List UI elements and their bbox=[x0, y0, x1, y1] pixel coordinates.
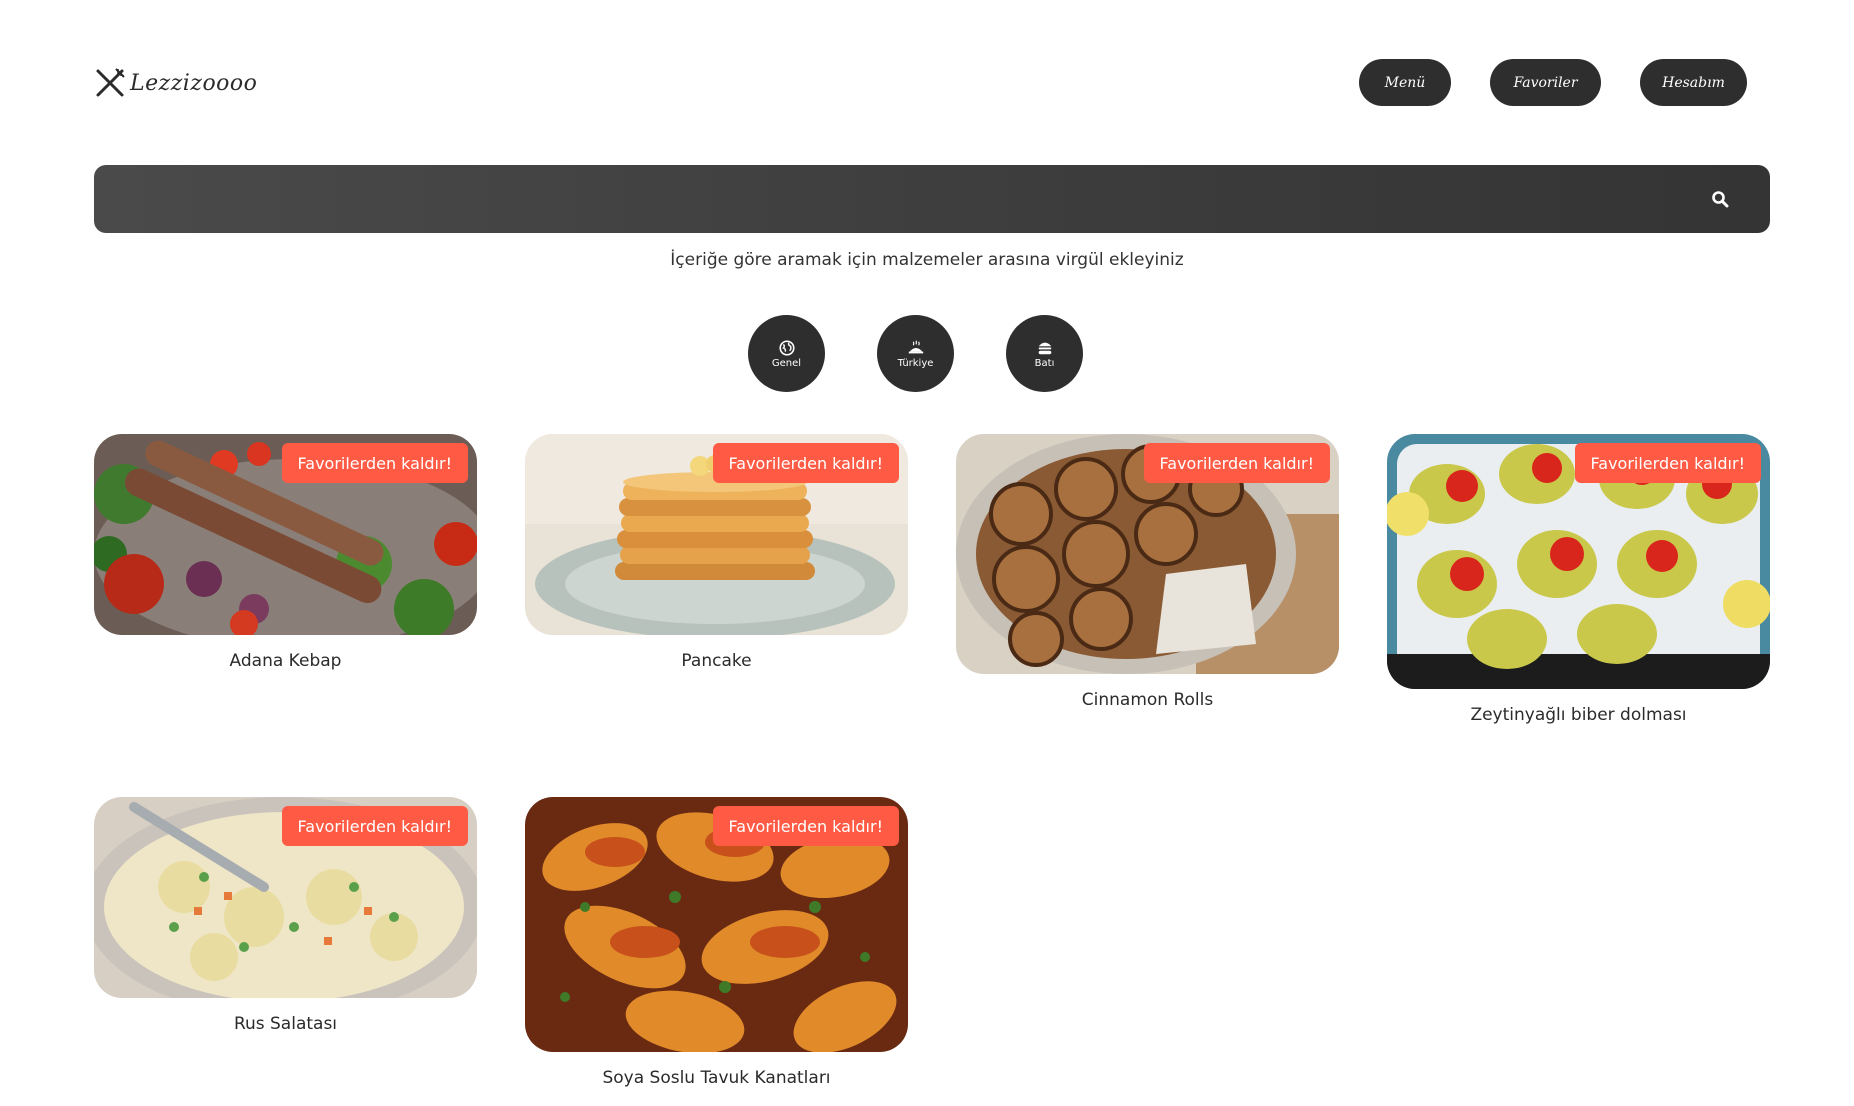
logo[interactable]: Lezzizoooo bbox=[94, 66, 257, 100]
category-label: Batı bbox=[1034, 357, 1055, 369]
burger-icon bbox=[1038, 342, 1051, 354]
recipe-image[interactable]: Favorilerden kaldır! bbox=[1387, 434, 1770, 689]
nav-favorites-button[interactable]: Favoriler bbox=[1490, 59, 1601, 106]
search-bar bbox=[94, 165, 1770, 235]
recipe-image[interactable]: Favorilerden kaldır! bbox=[525, 434, 908, 635]
recipe-card[interactable]: Favorilerden kaldır! Zeytinyağlı biber d… bbox=[1387, 434, 1770, 725]
search-input[interactable] bbox=[114, 165, 1678, 235]
recipe-image[interactable]: Favorilerden kaldır! bbox=[94, 434, 477, 635]
remove-favorite-button[interactable]: Favorilerden kaldır! bbox=[1143, 443, 1330, 483]
recipe-title: Cinnamon Rolls bbox=[1081, 690, 1214, 710]
recipe-image[interactable]: Favorilerden kaldır! bbox=[94, 797, 477, 998]
turkey-food-icon bbox=[908, 340, 923, 353]
remove-favorite-button[interactable]: Favorilerden kaldır! bbox=[712, 443, 899, 483]
search-button[interactable] bbox=[1706, 185, 1734, 213]
recipe-card[interactable]: Favorilerden kaldır! Rus Salatası bbox=[94, 797, 477, 1034]
category-bati[interactable]: Batı bbox=[1006, 315, 1083, 392]
recipe-image[interactable]: Favorilerden kaldır! bbox=[525, 797, 908, 1052]
recipe-image[interactable]: Favorilerden kaldır! bbox=[956, 434, 1339, 674]
globe-icon bbox=[778, 339, 795, 356]
recipe-card[interactable]: Favorilerden kaldır! Adana Kebap bbox=[94, 434, 477, 671]
category-label: Genel bbox=[771, 357, 802, 369]
fork-knife-icon bbox=[96, 68, 125, 97]
recipe-title: Adana Kebap bbox=[229, 651, 342, 671]
nav-menu-button[interactable]: Menü bbox=[1359, 59, 1451, 106]
recipe-card[interactable]: Favorilerden kaldır! Cinnamon Rolls bbox=[956, 434, 1339, 710]
search-icon bbox=[1712, 191, 1729, 208]
recipe-card[interactable]: Favorilerden kaldır! Pancake bbox=[525, 434, 908, 671]
category-genel[interactable]: Genel bbox=[748, 315, 825, 392]
remove-favorite-button[interactable]: Favorilerden kaldır! bbox=[1574, 443, 1761, 483]
category-label: Türkiye bbox=[897, 357, 934, 369]
remove-favorite-button[interactable]: Favorilerden kaldır! bbox=[281, 806, 468, 846]
category-turkiye[interactable]: Türkiye bbox=[877, 315, 954, 392]
search-hint: İçeriğe göre aramak için malzemeler aras… bbox=[670, 250, 1184, 270]
recipe-title: Zeytinyağlı biber dolması bbox=[1470, 705, 1687, 725]
remove-favorite-button[interactable]: Favorilerden kaldır! bbox=[281, 443, 468, 483]
logo-text: Lezzizoooo bbox=[130, 70, 258, 96]
recipe-title: Pancake bbox=[681, 651, 752, 671]
remove-favorite-button[interactable]: Favorilerden kaldır! bbox=[712, 806, 899, 846]
recipe-title: Rus Salatası bbox=[233, 1014, 338, 1034]
recipe-title: Soya Soslu Tavuk Kanatları bbox=[602, 1068, 831, 1088]
nav-account-button[interactable]: Hesabım bbox=[1640, 59, 1747, 106]
recipe-card[interactable]: Favorilerden kaldır! Soya Soslu Tavuk Ka… bbox=[525, 797, 908, 1088]
